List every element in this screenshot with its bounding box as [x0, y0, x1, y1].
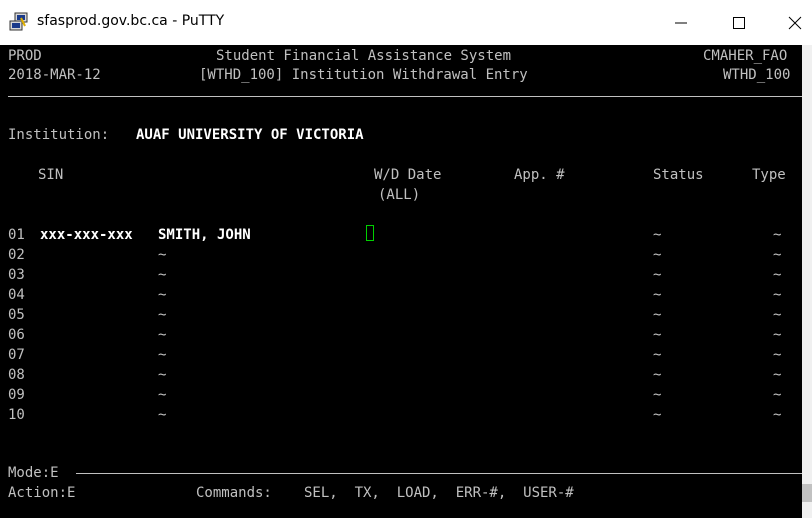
name-field[interactable]: ~ — [158, 266, 166, 284]
row-number: 02 — [8, 247, 25, 263]
type-field[interactable]: ~ — [773, 386, 781, 404]
row-number: 07 — [8, 347, 25, 363]
user-id: CMAHER_FAO — [703, 48, 788, 64]
mode-indicator: Mode:E — [8, 465, 59, 481]
status-field[interactable]: ~ — [653, 266, 661, 284]
col-app-number: App. # — [514, 167, 565, 183]
minimize-button[interactable] — [658, 0, 704, 45]
status-field[interactable]: ~ — [653, 326, 661, 344]
status-field[interactable]: ~ — [653, 406, 661, 424]
row-number: 10 — [8, 407, 25, 423]
name-field[interactable]: ~ — [158, 246, 166, 264]
terminal-screen[interactable]: PROD Student Financial Assistance System… — [0, 45, 802, 518]
type-field[interactable]: ~ — [773, 406, 781, 424]
type-field[interactable]: ~ — [773, 226, 781, 244]
type-field[interactable]: ~ — [773, 246, 781, 264]
col-wd-date-sub: (ALL) — [378, 187, 421, 203]
institution-label: Institution: — [8, 127, 110, 143]
window-title: sfasprod.gov.bc.ca - PuTTY — [37, 13, 225, 29]
minimize-icon — [675, 22, 687, 24]
type-field[interactable]: ~ — [773, 266, 781, 284]
scrollbar-thumb[interactable] — [802, 484, 812, 502]
commands-label: Commands: — [196, 485, 272, 501]
terminal-scrollbar[interactable] — [802, 45, 812, 518]
status-field[interactable]: ~ — [653, 386, 661, 404]
header-divider — [8, 96, 802, 97]
col-sin: SIN — [38, 167, 64, 183]
screen-title: [WTHD_100] Institution Withdrawal Entry — [199, 67, 528, 83]
status-field[interactable]: ~ — [653, 246, 661, 264]
col-wd-date: W/D Date — [374, 167, 442, 183]
status-field[interactable]: ~ — [653, 306, 661, 324]
close-button[interactable] — [772, 0, 812, 45]
type-field[interactable]: ~ — [773, 286, 781, 304]
action-field[interactable]: Action:E — [8, 484, 75, 502]
row-number: 01 — [8, 227, 25, 243]
name-field[interactable]: ~ — [158, 366, 166, 384]
type-field[interactable]: ~ — [773, 306, 781, 324]
name-field[interactable]: ~ — [158, 406, 166, 424]
name-field[interactable]: ~ — [158, 286, 166, 304]
putty-icon[interactable] — [9, 12, 29, 32]
name-field[interactable]: ~ — [158, 306, 166, 324]
maximize-icon — [733, 17, 745, 29]
status-field[interactable]: ~ — [653, 286, 661, 304]
system-title: Student Financial Assistance System — [216, 48, 512, 64]
row-number: 03 — [8, 267, 25, 283]
col-status: Status — [653, 167, 704, 183]
status-field[interactable]: ~ — [653, 226, 661, 244]
name-field[interactable]: ~ — [158, 386, 166, 404]
commands-list: SEL, TX, LOAD, ERR-#, USER-# — [304, 485, 574, 501]
institution-value: AUAF UNIVERSITY OF VICTORIA — [136, 127, 364, 143]
screen-code: WTHD_100 — [723, 67, 791, 83]
type-field[interactable]: ~ — [773, 326, 781, 344]
col-type: Type — [752, 167, 786, 183]
current-date: 2018-MAR-12 — [8, 67, 101, 83]
row-number: 08 — [8, 367, 25, 383]
window-titlebar[interactable]: sfasprod.gov.bc.ca - PuTTY — [0, 0, 812, 45]
type-field[interactable]: ~ — [773, 366, 781, 384]
maximize-button[interactable] — [716, 0, 762, 45]
student-name: SMITH, JOHN — [158, 227, 251, 243]
row-number: 06 — [8, 327, 25, 343]
footer-divider — [76, 473, 802, 474]
env-label: PROD — [8, 48, 42, 64]
row-number: 09 — [8, 387, 25, 403]
status-field[interactable]: ~ — [653, 346, 661, 364]
status-field[interactable]: ~ — [653, 366, 661, 384]
sin-field[interactable]: xxx-xxx-xxx — [40, 226, 133, 244]
type-field[interactable]: ~ — [773, 346, 781, 364]
name-field[interactable]: ~ — [158, 326, 166, 344]
name-field[interactable]: ~ — [158, 346, 166, 364]
close-icon — [788, 16, 802, 30]
wd-date-input-cursor[interactable] — [366, 225, 374, 241]
row-number: 04 — [8, 287, 25, 303]
row-number: 05 — [8, 307, 25, 323]
